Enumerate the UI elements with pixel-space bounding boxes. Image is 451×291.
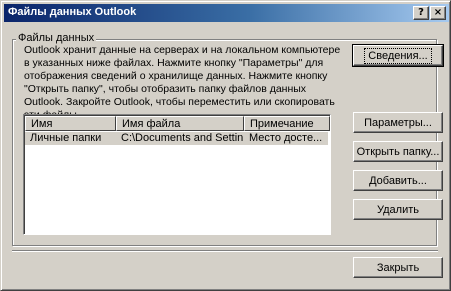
- details-button-label: Сведения...: [364, 48, 432, 64]
- settings-button[interactable]: Параметры...: [353, 112, 443, 133]
- close-window-button[interactable]: ×: [430, 6, 446, 20]
- remove-button-label: Удалить: [377, 204, 419, 216]
- column-header-filename[interactable]: Имя файла: [116, 116, 244, 131]
- data-files-list[interactable]: Имя Имя файла Примечание Личные папки C:…: [23, 114, 331, 235]
- help-icon: ?: [418, 7, 424, 18]
- column-header-comment[interactable]: Примечание: [244, 116, 330, 131]
- list-item-comment: Место досте...: [249, 132, 323, 144]
- list-item-filename: C:\Documents and Settin...: [121, 132, 244, 144]
- open-folder-button[interactable]: Открыть папку...: [353, 141, 443, 162]
- list-header: Имя Имя файла Примечание: [25, 116, 330, 131]
- close-button-label: Закрыть: [376, 262, 420, 274]
- close-icon: ×: [433, 7, 443, 18]
- divider: [12, 250, 438, 252]
- settings-button-label: Параметры...: [364, 117, 432, 129]
- list-item-name: Личные папки: [30, 132, 102, 144]
- description-text: Outlook хранит данные на серверах и на л…: [24, 44, 341, 121]
- details-button[interactable]: Сведения...: [352, 44, 444, 67]
- close-button[interactable]: Закрыть: [353, 257, 443, 278]
- add-button[interactable]: Добавить...: [353, 170, 443, 191]
- open-folder-button-label: Открыть папку...: [356, 146, 440, 158]
- add-button-label: Добавить...: [369, 175, 427, 187]
- remove-button[interactable]: Удалить: [353, 199, 443, 220]
- list-item[interactable]: Личные папки C:\Documents and Settin... …: [25, 132, 328, 145]
- outlook-data-files-dialog: Файлы данных Outlook ? × Файлы данных Ou…: [0, 0, 451, 291]
- window-title: Файлы данных Outlook: [8, 6, 137, 18]
- help-button[interactable]: ?: [413, 6, 429, 20]
- column-header-name[interactable]: Имя: [25, 116, 116, 131]
- title-bar[interactable]: Файлы данных Outlook ? ×: [4, 4, 449, 22]
- group-label: Файлы данных: [16, 32, 97, 44]
